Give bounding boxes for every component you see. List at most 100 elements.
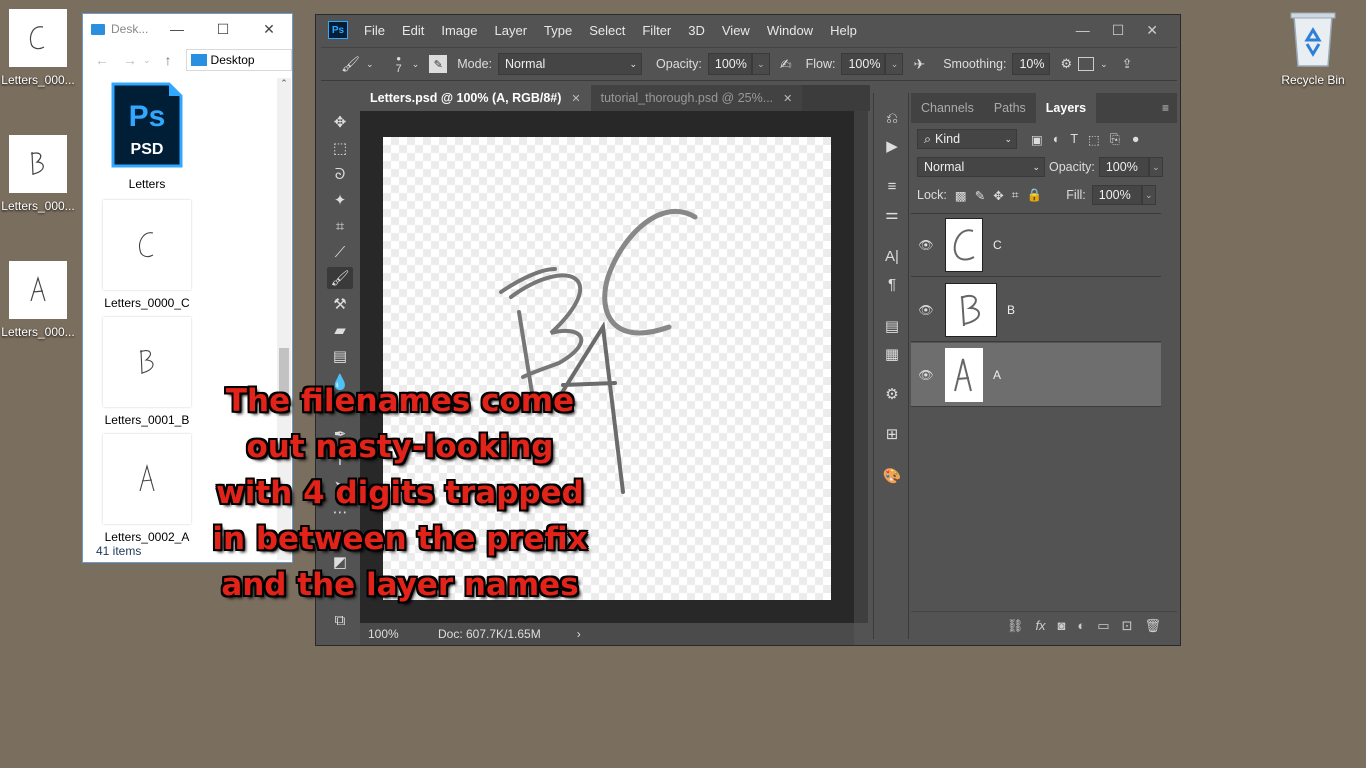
screen-mode-icon[interactable]: ⧉: [327, 609, 353, 631]
menu-image[interactable]: Image: [441, 23, 477, 38]
share-icon[interactable]: ⇪: [1122, 56, 1133, 72]
lock-all-icon[interactable]: 🔒: [1027, 188, 1043, 203]
adjustments-icon[interactable]: ⚌: [880, 203, 904, 225]
airbrush-icon[interactable]: ✈: [913, 56, 925, 73]
explorer-item-letters-a[interactable]: Letters_0002_A: [102, 434, 192, 544]
flow-dropdown[interactable]: ⌄: [885, 53, 904, 75]
maximize-button[interactable]: ☐: [200, 21, 246, 38]
properties-icon[interactable]: ▤: [880, 315, 904, 337]
filter-smart-icon[interactable]: ⎘: [1110, 132, 1120, 147]
visibility-eye-icon[interactable]: 👁: [911, 368, 941, 382]
tab-channels[interactable]: Channels: [911, 93, 984, 123]
filter-adjustment-icon[interactable]: ◐: [1053, 132, 1061, 146]
close-icon[interactable]: ✕: [571, 92, 580, 105]
lasso-tool-icon[interactable]: ᘐ: [327, 163, 353, 185]
menu-3d[interactable]: 3D: [688, 23, 705, 38]
minimize-button[interactable]: —: [154, 21, 200, 37]
move-tool-icon[interactable]: ✥: [327, 111, 353, 133]
close-button[interactable]: ✕: [246, 21, 292, 38]
desktop-file-letters-c[interactable]: Letters_000...: [0, 9, 76, 87]
tab-tutorial-psd[interactable]: tutorial_thorough.psd @ 25%... ✕: [590, 85, 803, 111]
swatches-icon[interactable]: 🎨: [880, 465, 904, 487]
close-icon[interactable]: ✕: [783, 92, 792, 105]
chevron-down-icon[interactable]: ⌄: [366, 59, 374, 70]
opacity-dropdown[interactable]: ⌄: [751, 53, 770, 75]
layer-style-fx-icon[interactable]: fx: [1035, 618, 1045, 633]
filter-type-icon[interactable]: T: [1070, 132, 1078, 146]
lock-artboard-icon[interactable]: ⌗: [1012, 188, 1019, 203]
magic-wand-icon[interactable]: ✦: [327, 189, 353, 211]
pressure-opacity-icon[interactable]: ✍: [780, 56, 792, 73]
menu-help[interactable]: Help: [830, 23, 857, 38]
crop-tool-icon[interactable]: ⌗: [327, 215, 353, 237]
marquee-tool-icon[interactable]: ⬚: [327, 137, 353, 159]
eyedropper-tool-icon[interactable]: ⟋: [327, 241, 353, 263]
ps-minimize-button[interactable]: —: [1076, 22, 1090, 39]
chevron-down-icon[interactable]: ⌄: [412, 59, 420, 70]
tab-paths[interactable]: Paths: [984, 93, 1036, 123]
zoom-level[interactable]: 100%: [368, 627, 432, 641]
filter-kind-select[interactable]: ⌕ Kind ⌄: [917, 129, 1017, 149]
actions-play-icon[interactable]: ▶: [880, 135, 904, 157]
back-arrow-icon[interactable]: ←: [95, 52, 109, 68]
visibility-eye-icon[interactable]: 👁: [911, 238, 941, 252]
menu-filter[interactable]: Filter: [642, 23, 671, 38]
chevron-down-icon[interactable]: ⌄: [143, 55, 151, 66]
three-d-icon[interactable]: ⚙: [880, 383, 904, 405]
chevron-down-icon[interactable]: ⌄: [1100, 59, 1108, 70]
brush-tool-icon[interactable]: 🖌: [327, 267, 353, 289]
menu-select[interactable]: Select: [589, 23, 625, 38]
address-bar[interactable]: Desktop: [185, 49, 292, 71]
explorer-item-letters-c[interactable]: Letters_0000_C: [102, 200, 192, 310]
layer-row-b[interactable]: 👁 B: [911, 278, 1161, 342]
tab-letters-psd[interactable]: Letters.psd @ 100% (A, RGB/8#) ✕: [360, 85, 591, 111]
lock-position-icon[interactable]: ✥: [993, 188, 1003, 203]
flow-input[interactable]: 100%: [841, 53, 886, 75]
trash-icon[interactable]: 🗑: [1144, 618, 1161, 634]
grid-icon[interactable]: ⊞: [880, 423, 904, 445]
eraser-tool-icon[interactable]: ▰: [327, 319, 353, 341]
menu-type[interactable]: Type: [544, 23, 572, 38]
tab-layers[interactable]: Layers: [1035, 93, 1097, 123]
smoothing-options-icon[interactable]: ⚙: [1060, 56, 1072, 72]
brush-preset-picker[interactable]: ● 7: [396, 53, 402, 75]
filter-pixel-icon[interactable]: ▣: [1031, 132, 1043, 147]
filter-shape-icon[interactable]: ⬚: [1088, 132, 1100, 147]
desktop-file-letters-a[interactable]: Letters_000...: [0, 261, 76, 339]
mode-select[interactable]: Normal ⌄: [498, 53, 643, 75]
adjustment-layer-icon[interactable]: ◐: [1077, 618, 1085, 633]
brush-settings-icon[interactable]: ✎: [429, 55, 448, 73]
gradient-tool-icon[interactable]: ▤: [327, 345, 353, 367]
character-icon[interactable]: A|: [880, 245, 904, 267]
explorer-item-letters-b[interactable]: Letters_0001_B: [102, 317, 192, 427]
desktop-file-letters-b[interactable]: Letters_000...: [0, 135, 76, 213]
fill-dropdown[interactable]: ⌄: [1141, 185, 1156, 205]
layer-row-a[interactable]: 👁 A: [911, 343, 1161, 407]
menu-file[interactable]: File: [364, 23, 385, 38]
menu-window[interactable]: Window: [767, 23, 813, 38]
menu-edit[interactable]: Edit: [402, 23, 424, 38]
layer-row-c[interactable]: 👁 C: [911, 213, 1161, 277]
add-mask-icon[interactable]: ◙: [1058, 618, 1066, 633]
explorer-titlebar[interactable]: Desk... — ☐ ✕: [83, 14, 292, 44]
filter-toggle-icon[interactable]: ●: [1132, 132, 1140, 146]
explorer-item-letters-psd[interactable]: Ps PSD Letters: [102, 82, 192, 191]
ps-maximize-button[interactable]: ☐: [1112, 22, 1125, 39]
notes-icon[interactable]: ▦: [880, 343, 904, 365]
layer-opacity-dropdown[interactable]: ⌄: [1148, 157, 1163, 177]
clone-stamp-icon[interactable]: ⚒: [327, 293, 353, 315]
link-layers-icon[interactable]: ⛓: [1007, 618, 1024, 634]
blend-mode-select[interactable]: Normal ⌄: [917, 157, 1045, 177]
visibility-eye-icon[interactable]: 👁: [911, 303, 941, 317]
layer-opacity-input[interactable]: 100%: [1098, 157, 1149, 177]
paragraph-icon[interactable]: ¶: [880, 273, 904, 295]
brush-settings-panel-icon[interactable]: ≡: [880, 175, 904, 197]
lock-paint-icon[interactable]: ✎: [975, 188, 985, 203]
opacity-input[interactable]: 100%: [707, 53, 752, 75]
history-icon[interactable]: ⎌: [880, 107, 904, 129]
chevron-right-icon[interactable]: ›: [577, 627, 581, 641]
new-layer-icon[interactable]: ⊡: [1122, 618, 1133, 634]
panel-menu-icon[interactable]: ≡: [1162, 101, 1169, 115]
recycle-bin[interactable]: Recycle Bin: [1276, 8, 1350, 87]
pressure-size-icon[interactable]: [1078, 57, 1095, 71]
